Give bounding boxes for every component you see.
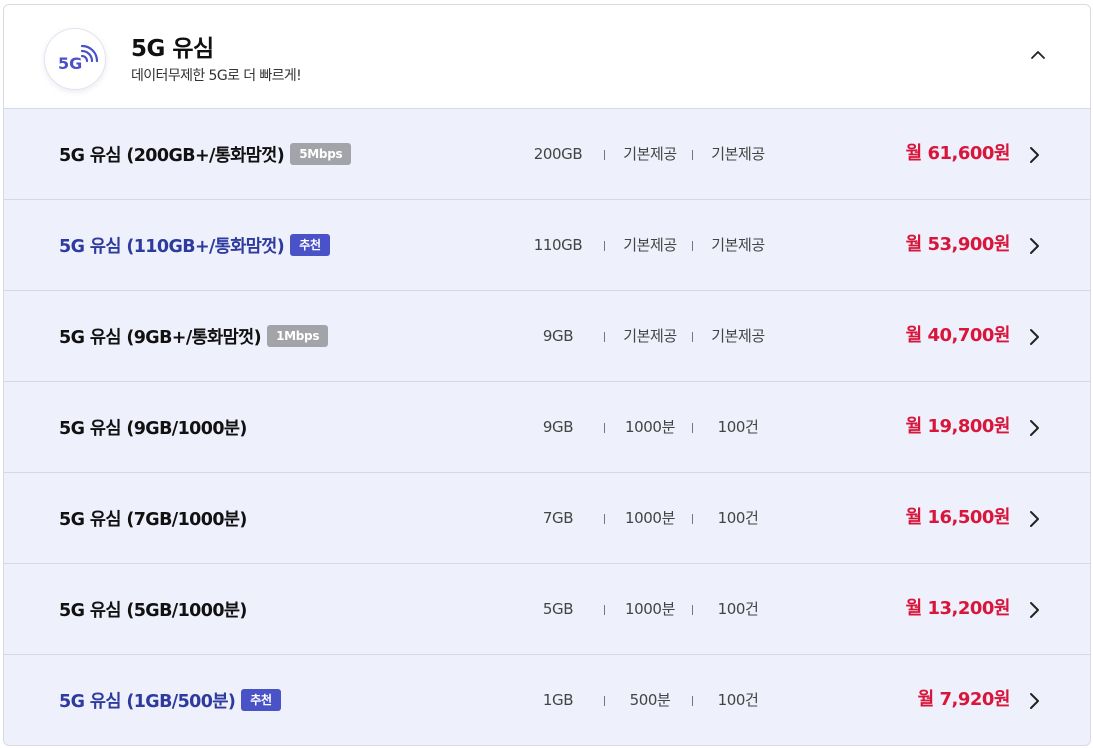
plan-name: 5G 유심 (1GB/500분) 추천	[59, 655, 281, 745]
plan-name: 5G 유심 (9GB+/통화맘껏) 1Mbps	[59, 291, 329, 381]
plan-data-amount: 110GB	[533, 236, 583, 254]
plan-voice: 1000분	[625, 509, 675, 527]
plan-price: 월 61,600원	[905, 143, 1011, 164]
divider	[692, 605, 693, 615]
chevron-right-icon[interactable]	[1026, 236, 1042, 256]
section-subtitle: 데이터무제한 5G로 더 빠르게!	[131, 68, 302, 84]
plan-price: 월 7,920원	[917, 689, 1011, 710]
divider	[692, 332, 693, 342]
plan-sms: 기본제공	[711, 145, 765, 163]
plan-sms: 100건	[717, 509, 759, 527]
recommended-badge: 추천	[290, 234, 330, 256]
plan-sms: 기본제공	[711, 327, 765, 345]
plan-name-text: 5G 유심 (1GB/500분)	[59, 691, 236, 712]
divider	[604, 332, 605, 342]
plan-name-text: 5G 유심 (200GB+/통화맘껏)	[59, 145, 285, 166]
plan-name: 5G 유심 (200GB+/통화맘껏) 5Mbps	[59, 109, 352, 199]
divider	[604, 514, 605, 524]
plan-data-amount: 200GB	[533, 145, 583, 163]
plan-name: 5G 유심 (5GB/1000분)	[59, 564, 247, 654]
recommended-badge: 추천	[241, 689, 281, 711]
divider	[692, 514, 693, 524]
chevron-right-icon[interactable]	[1026, 691, 1042, 711]
plan-name-text: 5G 유심 (9GB+/통화맘껏)	[59, 327, 262, 348]
plan-price: 월 13,200원	[905, 598, 1011, 619]
plan-name-text: 5G 유심 (7GB/1000분)	[59, 509, 247, 530]
plan-name-text: 5G 유심 (9GB/1000분)	[59, 418, 247, 439]
plan-sms: 100건	[717, 600, 759, 618]
divider	[604, 423, 605, 433]
chevron-up-icon[interactable]	[1026, 43, 1050, 67]
plan-row[interactable]: 5G 유심 (5GB/1000분) 5GB 1000분 100건 월 13,200원	[4, 564, 1090, 655]
plan-data-amount: 7GB	[542, 509, 574, 527]
divider	[692, 150, 693, 160]
plan-data-amount: 9GB	[542, 327, 574, 345]
plan-row[interactable]: 5G 유심 (200GB+/통화맘껏) 5Mbps 200GB 기본제공 기본제공 월 6…	[4, 109, 1090, 200]
divider	[604, 696, 605, 706]
plan-row[interactable]: 5G 유심 (9GB/1000분) 9GB 1000분 100건 월 19,800원	[4, 382, 1090, 473]
svg-text:5G: 5G	[58, 54, 82, 73]
plan-data-amount: 9GB	[542, 418, 574, 436]
plan-name: 5G 유심 (110GB+/통화맘껏) 추천	[59, 200, 330, 290]
plan-price: 월 19,800원	[905, 416, 1011, 437]
accordion-header[interactable]: 5G 5G 유심 데이터무제한 5G로 더 빠르게!	[4, 5, 1090, 109]
chevron-right-icon[interactable]	[1026, 418, 1042, 438]
plan-voice: 기본제공	[623, 236, 677, 254]
chevron-right-icon[interactable]	[1026, 327, 1042, 347]
plan-name-text: 5G 유심 (110GB+/통화맘껏)	[59, 236, 285, 257]
divider	[604, 150, 605, 160]
divider	[692, 696, 693, 706]
plan-name: 5G 유심 (7GB/1000분)	[59, 473, 247, 563]
divider	[604, 241, 605, 251]
chevron-right-icon[interactable]	[1026, 145, 1042, 165]
plan-data-amount: 1GB	[542, 691, 574, 709]
divider	[604, 605, 605, 615]
plan-name: 5G 유심 (9GB/1000분)	[59, 382, 247, 472]
plan-voice: 1000분	[625, 418, 675, 436]
chevron-right-icon[interactable]	[1026, 600, 1042, 620]
plan-name-text: 5G 유심 (5GB/1000분)	[59, 600, 247, 621]
plan-row[interactable]: 5G 유심 (1GB/500분) 추천 1GB 500분 100건 월 7,920원	[4, 655, 1090, 745]
speed-badge: 5Mbps	[290, 143, 352, 165]
plan-row[interactable]: 5G 유심 (9GB+/통화맘껏) 1Mbps 9GB 기본제공 기본제공 월 40,70…	[4, 291, 1090, 382]
plan-sms: 100건	[717, 418, 759, 436]
plan-data-amount: 5GB	[542, 600, 574, 618]
plan-voice: 1000분	[625, 600, 675, 618]
plan-row[interactable]: 5G 유심 (110GB+/통화맘껏) 추천 110GB 기본제공 기본제공 월 53,9…	[4, 200, 1090, 291]
plan-row[interactable]: 5G 유심 (7GB/1000분) 7GB 1000분 100건 월 16,500원	[4, 473, 1090, 564]
plan-voice: 기본제공	[623, 327, 677, 345]
speed-badge: 1Mbps	[267, 325, 329, 347]
plan-accordion: 5G 5G 유심 데이터무제한 5G로 더 빠르게! 5G 유심 (200GB+…	[3, 4, 1091, 746]
plan-price: 월 40,700원	[905, 325, 1011, 346]
plan-sms: 기본제공	[711, 236, 765, 254]
chevron-right-icon[interactable]	[1026, 509, 1042, 529]
divider	[692, 423, 693, 433]
plan-voice: 500분	[629, 691, 671, 709]
plan-price: 월 16,500원	[905, 507, 1011, 528]
plan-sms: 100건	[717, 691, 759, 709]
plan-voice: 기본제공	[623, 145, 677, 163]
5g-signal-icon: 5G	[44, 28, 106, 90]
section-title: 5G 유심	[131, 36, 214, 62]
divider	[692, 241, 693, 251]
plan-price: 월 53,900원	[905, 234, 1011, 255]
